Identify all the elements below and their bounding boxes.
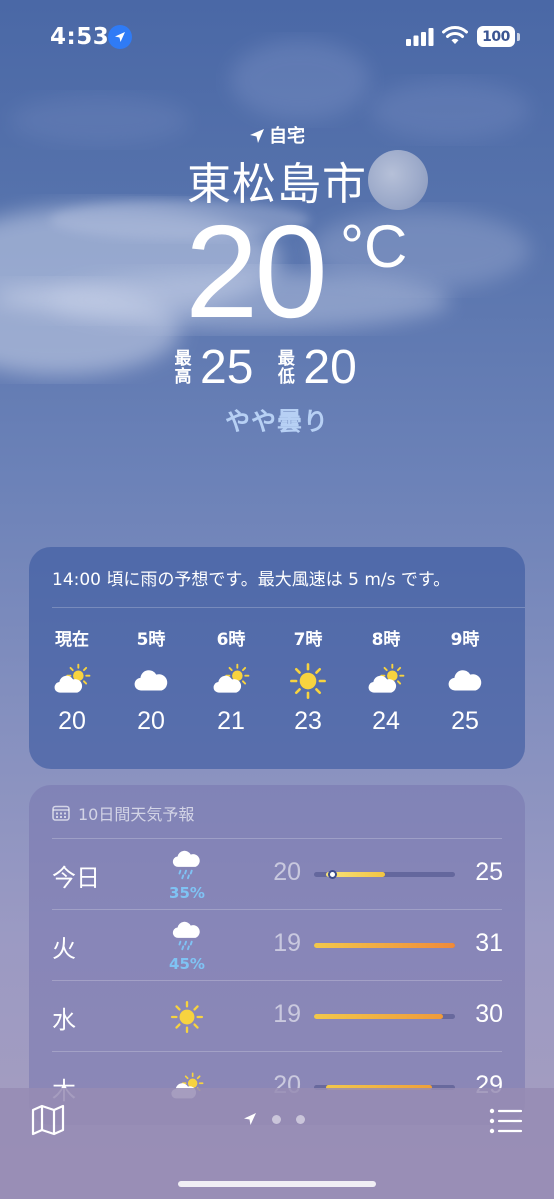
ten-day-forecast-card[interactable]: 10日間天気予報 今日 35% 20 25 火 45% 19 31 水 19 3… — [29, 785, 525, 1125]
high-temperature: 25 — [200, 341, 254, 394]
hour-temperature: 25 — [451, 707, 479, 735]
ten-day-header: 10日間天気予報 — [52, 801, 194, 825]
location-arrow-icon — [108, 25, 132, 49]
hour-item: 7時 23 — [278, 625, 338, 736]
temp-range-bar — [314, 1014, 444, 1019]
precip-chance: 45% — [169, 955, 205, 973]
day-low-temp: 20 — [273, 858, 301, 886]
hour-item: 5時 20 — [121, 625, 181, 736]
page-indicator[interactable] — [243, 1112, 305, 1126]
hour-label: 8時 — [371, 630, 401, 650]
day-row[interactable]: 水 19 30 — [29, 980, 525, 1051]
hourly-forecast-card[interactable]: 14:00 頃に雨の予想です。最大風速は 5 m/s です。 現在 20 5時 2… — [29, 547, 525, 769]
current-temp-dot — [327, 870, 337, 879]
day-low-temp: 19 — [273, 929, 301, 957]
hour-item: 8時 24 — [356, 625, 416, 736]
status-bar: 4:53 100 — [0, 0, 554, 72]
day-weather: 45% — [167, 919, 207, 973]
hour-temperature: 23 — [294, 707, 322, 735]
day-high-temp: 30 — [475, 1000, 503, 1028]
day-weather: 35% — [167, 848, 207, 902]
sun-icon — [278, 659, 338, 703]
day-high-temp: 31 — [475, 929, 503, 957]
hourly-summary: 14:00 頃に雨の予想です。最大風速は 5 m/s です。 — [52, 570, 451, 590]
temp-range-bar — [314, 943, 455, 948]
hour-temperature: 20 — [137, 707, 165, 735]
current-temperature: 20 — [185, 198, 328, 345]
hour-label: 7時 — [293, 630, 323, 650]
temp-range-track — [314, 943, 455, 948]
hour-temperature: 21 — [217, 707, 245, 735]
temp-range-track — [314, 870, 455, 879]
precip-chance: 35% — [169, 884, 205, 902]
hour-temperature: 20 — [58, 707, 86, 735]
cellular-signal-icon — [406, 28, 434, 46]
day-name: 今日 — [52, 864, 100, 892]
hour-label: 9時 — [450, 630, 480, 650]
weather-condition: やや曇り — [224, 407, 329, 436]
battery-indicator: 100 — [477, 26, 515, 47]
low-temperature: 20 — [303, 341, 357, 394]
high-label: 最高 — [174, 348, 192, 387]
location-arrow-icon — [244, 1113, 256, 1125]
hour-temperature: 24 — [372, 707, 400, 735]
day-row[interactable]: 今日 35% 20 25 — [29, 838, 525, 909]
hour-item: 9時 25 — [435, 625, 495, 736]
map-icon[interactable] — [30, 1104, 66, 1136]
cloud-icon — [121, 659, 181, 703]
day-low-temp: 19 — [273, 1000, 301, 1028]
partly-sunny-icon — [201, 659, 261, 703]
divider — [52, 607, 525, 608]
hour-label: 5時 — [136, 630, 166, 650]
low-label: 最低 — [277, 348, 295, 387]
home-label-text: 自宅 — [269, 126, 305, 147]
day-name: 火 — [52, 935, 76, 963]
status-time: 4:53 — [50, 24, 110, 50]
list-icon[interactable] — [488, 1106, 524, 1136]
day-name: 水 — [52, 1006, 76, 1034]
page-dot[interactable] — [272, 1114, 281, 1124]
temperature-unit: °C — [340, 213, 408, 280]
day-weather — [167, 1000, 207, 1038]
calendar-icon — [52, 805, 70, 821]
home-indicator[interactable] — [178, 1181, 376, 1187]
page-dot[interactable] — [296, 1114, 305, 1124]
location-arrow-icon — [250, 129, 264, 143]
battery-nub — [517, 33, 520, 41]
hour-label: 6時 — [216, 630, 246, 650]
day-high-temp: 25 — [475, 858, 503, 886]
sun-icon — [170, 1000, 204, 1038]
high-low: 最高 25 最低 20 — [172, 340, 379, 395]
partly-sunny-icon — [356, 659, 416, 703]
ten-day-header-text: 10日間天気予報 — [78, 805, 195, 824]
hour-label: 現在 — [55, 630, 89, 650]
hour-item: 現在 20 — [42, 625, 102, 736]
wifi-icon — [442, 26, 468, 44]
cloud-icon — [435, 659, 495, 703]
home-location-label: 自宅 — [0, 122, 554, 148]
day-row[interactable]: 火 45% 19 31 — [29, 909, 525, 980]
hour-item: 6時 21 — [201, 625, 261, 736]
temp-range-track — [314, 1014, 455, 1019]
partly-sunny-icon — [42, 659, 102, 703]
